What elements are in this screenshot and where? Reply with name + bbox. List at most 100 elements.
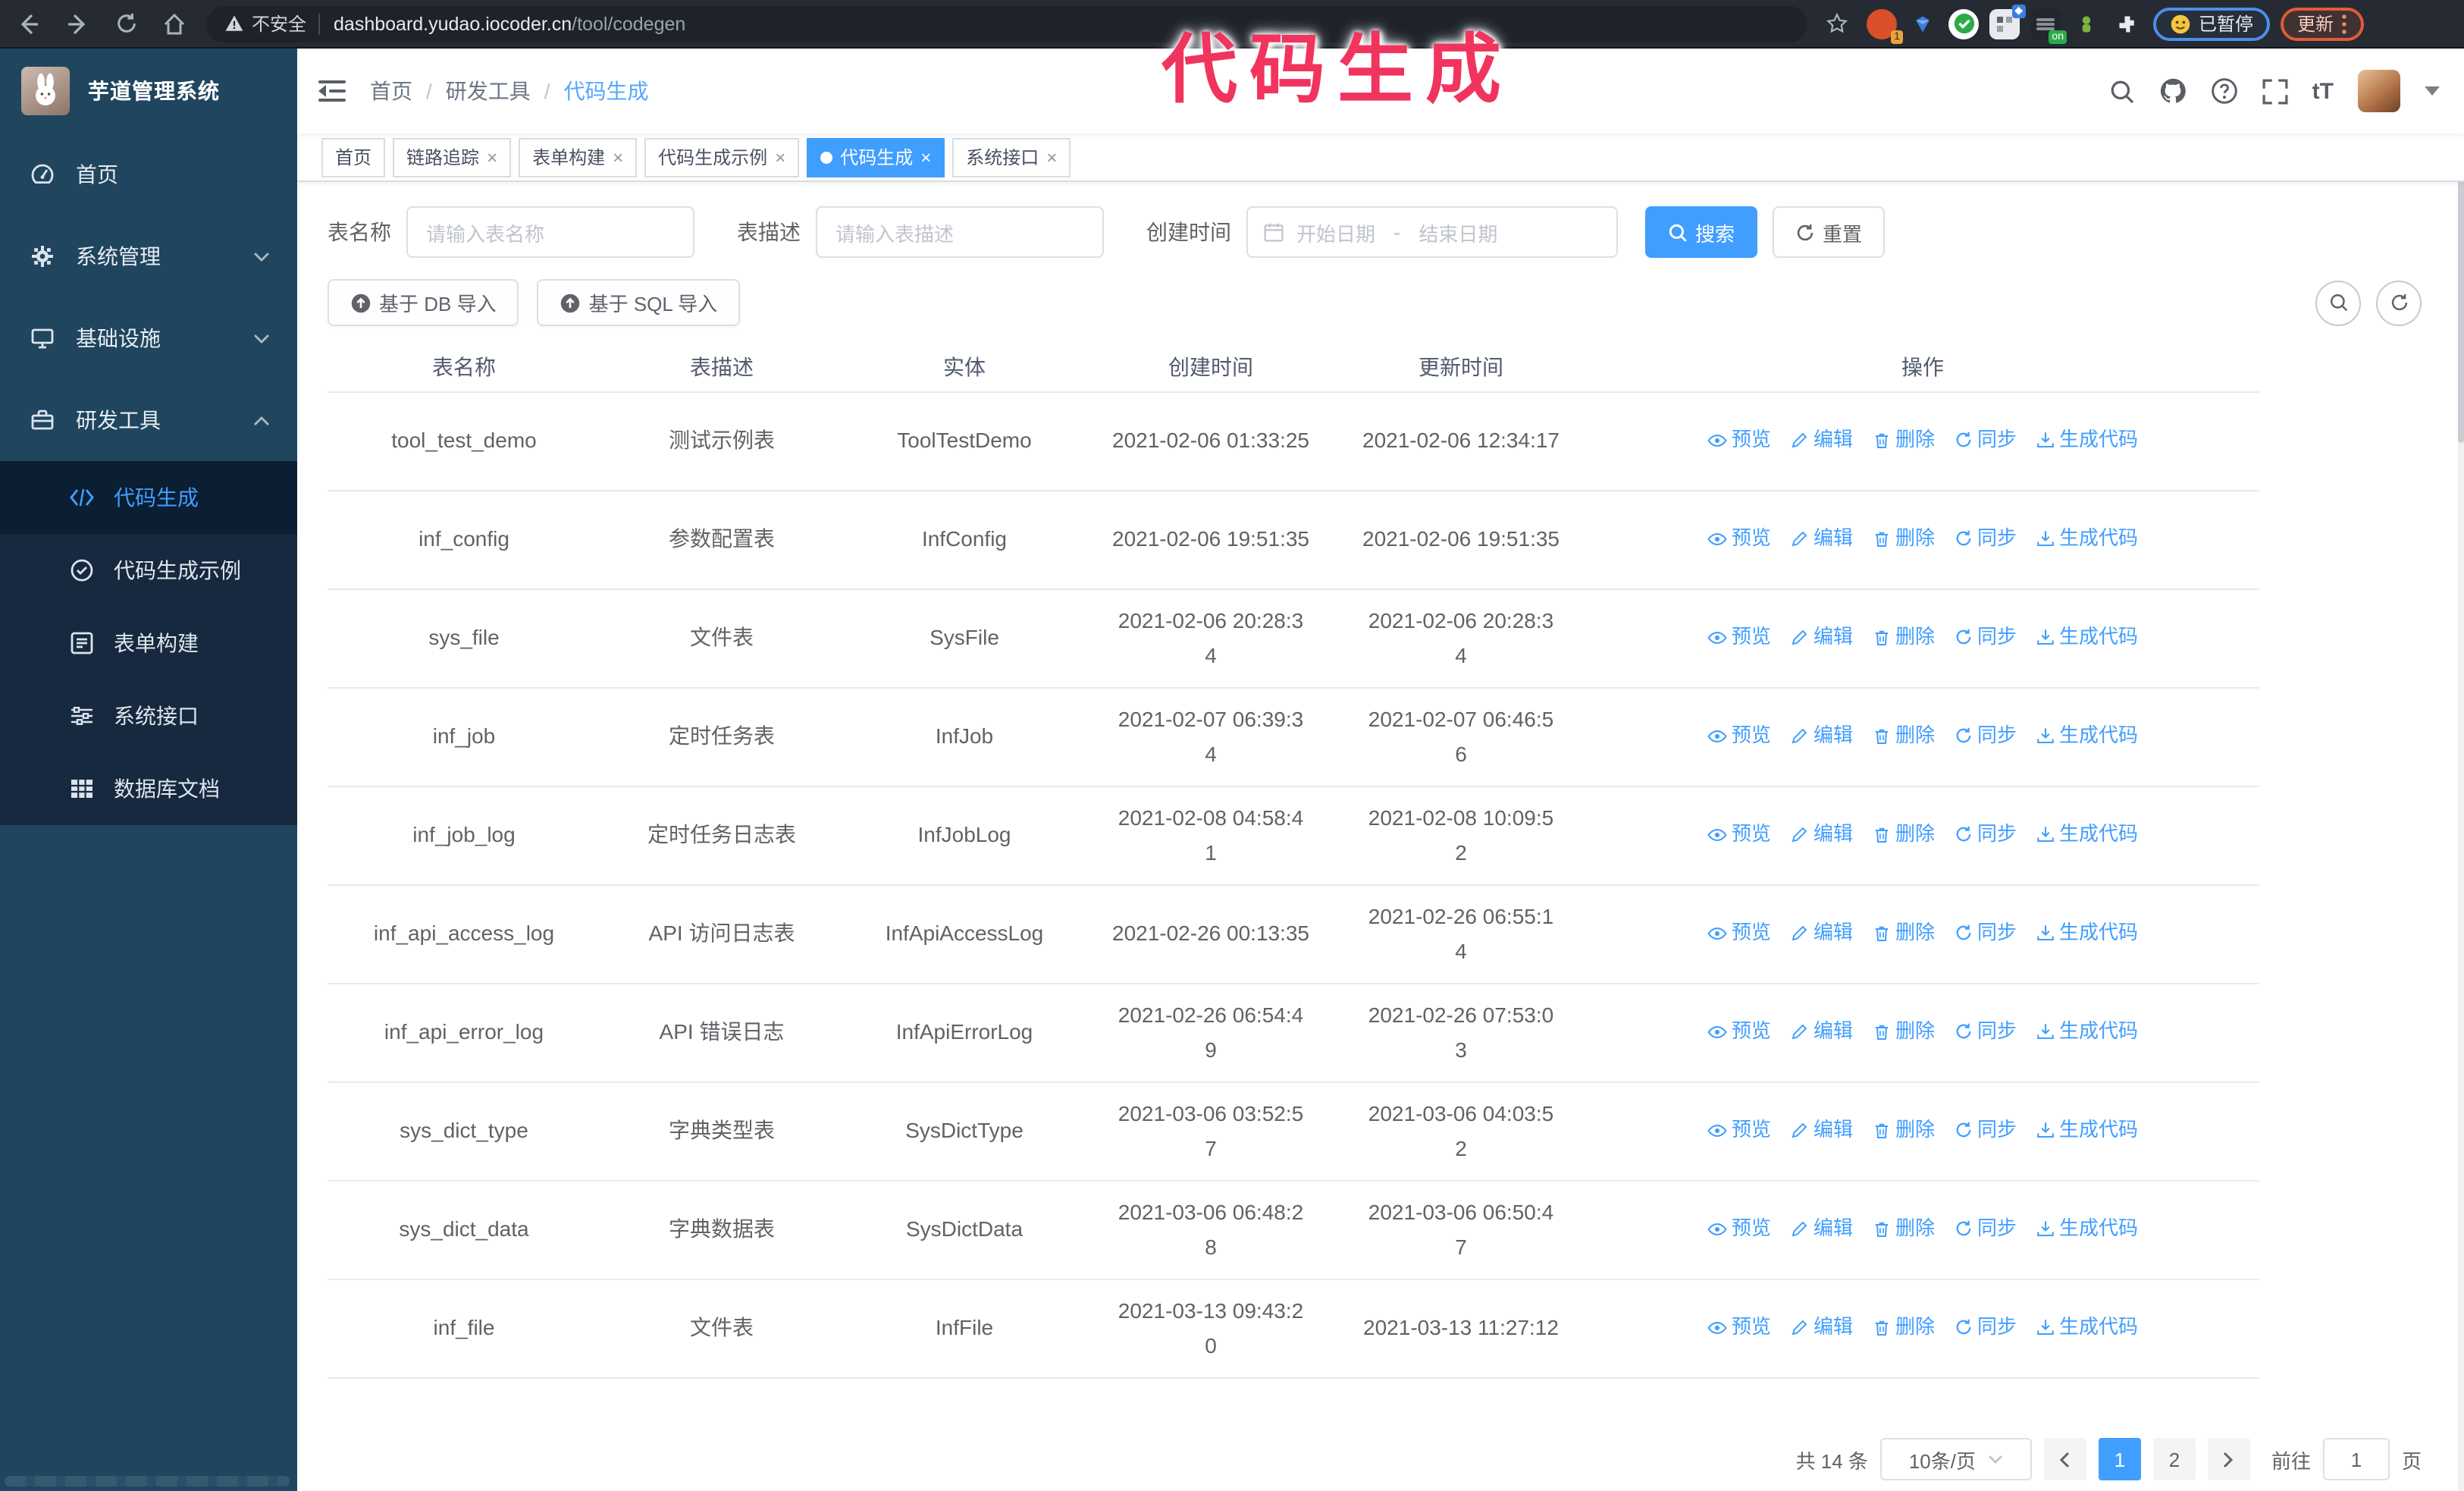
preview-action[interactable]: 预览	[1707, 918, 1771, 950]
reset-button[interactable]: 重置	[1773, 206, 1886, 258]
extensions-puzzle-icon[interactable]	[2112, 8, 2143, 39]
edit-action[interactable]: 编辑	[1791, 918, 1853, 950]
sync-action[interactable]: 同步	[1955, 523, 2017, 555]
tab-代码生成示例[interactable]: 代码生成示例 ×	[644, 137, 800, 177]
preview-action[interactable]: 预览	[1707, 622, 1771, 654]
help-icon[interactable]	[2211, 77, 2238, 105]
close-tab-icon[interactable]: ×	[775, 148, 785, 166]
date-range-picker[interactable]: 开始日期 - 结束日期	[1246, 206, 1618, 258]
delete-action[interactable]: 删除	[1873, 1213, 1935, 1245]
preview-action[interactable]: 预览	[1707, 1115, 1771, 1147]
close-tab-icon[interactable]: ×	[920, 148, 931, 166]
sidebar-toggle-icon[interactable]	[318, 79, 346, 103]
extension-icon[interactable]: on	[2030, 8, 2067, 43]
sidebar-item-devtools[interactable]: 研发工具	[0, 379, 297, 461]
tab-表单构建[interactable]: 表单构建 ×	[519, 137, 638, 177]
generate-code-action[interactable]: 生成代码	[2036, 1213, 2138, 1245]
edit-action[interactable]: 编辑	[1791, 720, 1853, 752]
preview-action[interactable]: 预览	[1707, 523, 1771, 555]
prev-page-button[interactable]	[2043, 1438, 2086, 1480]
edit-action[interactable]: 编辑	[1791, 819, 1853, 851]
preview-action[interactable]: 预览	[1707, 720, 1771, 752]
sidebar-item-codegen[interactable]: 代码生成	[0, 461, 297, 534]
sync-action[interactable]: 同步	[1955, 1115, 2017, 1147]
tab-首页[interactable]: 首页	[321, 137, 386, 177]
generate-code-action[interactable]: 生成代码	[2036, 720, 2138, 752]
delete-action[interactable]: 删除	[1873, 720, 1935, 752]
sidebar-item-system-api[interactable]: 系统接口	[0, 680, 297, 752]
close-tab-icon[interactable]: ×	[487, 148, 497, 166]
extension-icon[interactable]: 1	[1867, 8, 1903, 43]
reload-icon[interactable]	[106, 4, 146, 43]
security-label[interactable]: 不安全	[252, 11, 306, 36]
edit-action[interactable]: 编辑	[1791, 523, 1853, 555]
page-scrollbar[interactable]	[2458, 49, 2464, 1491]
extension-icon[interactable]	[1908, 8, 1938, 39]
bookmark-star-icon[interactable]	[1817, 4, 1856, 43]
preview-action[interactable]: 预览	[1707, 1312, 1771, 1344]
delete-action[interactable]: 删除	[1873, 918, 1935, 950]
refresh-table-button[interactable]	[2376, 280, 2422, 325]
breadcrumb-home[interactable]: 首页	[370, 76, 412, 106]
fullscreen-icon[interactable]	[2262, 78, 2288, 104]
home-icon[interactable]	[155, 4, 194, 43]
toggle-search-button[interactable]	[2315, 280, 2361, 325]
sync-action[interactable]: 同步	[1955, 1312, 2017, 1344]
goto-page-input[interactable]: 1	[2322, 1438, 2390, 1480]
sync-action[interactable]: 同步	[1955, 819, 2017, 851]
sidebar-item-form-builder[interactable]: 表单构建	[0, 607, 297, 680]
header-search-icon[interactable]	[2109, 78, 2135, 104]
delete-action[interactable]: 删除	[1873, 523, 1935, 555]
generate-code-action[interactable]: 生成代码	[2036, 819, 2138, 851]
preview-action[interactable]: 预览	[1707, 425, 1771, 457]
sync-action[interactable]: 同步	[1955, 720, 2017, 752]
edit-action[interactable]: 编辑	[1791, 1312, 1853, 1344]
forward-icon[interactable]	[58, 4, 97, 43]
generate-code-action[interactable]: 生成代码	[2036, 523, 2138, 555]
breadcrumb-devtools[interactable]: 研发工具	[446, 76, 531, 106]
sidebar-item-system[interactable]: 系统管理	[0, 215, 297, 297]
generate-code-action[interactable]: 生成代码	[2036, 1115, 2138, 1147]
extension-icon[interactable]	[2071, 8, 2102, 39]
table-desc-input[interactable]: 请输入表描述	[816, 206, 1104, 258]
delete-action[interactable]: 删除	[1873, 622, 1935, 654]
sidebar-item-codegen-example[interactable]: 代码生成示例	[0, 534, 297, 607]
sidebar-item-infrastructure[interactable]: 基础设施	[0, 297, 297, 379]
delete-action[interactable]: 删除	[1873, 819, 1935, 851]
sync-action[interactable]: 同步	[1955, 918, 2017, 950]
github-icon[interactable]	[2159, 77, 2187, 105]
sync-action[interactable]: 同步	[1955, 622, 2017, 654]
next-page-button[interactable]	[2207, 1438, 2250, 1480]
generate-code-action[interactable]: 生成代码	[2036, 622, 2138, 654]
search-button[interactable]: 搜索	[1645, 206, 1758, 258]
table-name-input[interactable]: 请输入表名称	[406, 206, 694, 258]
tab-代码生成[interactable]: 代码生成 ×	[807, 137, 945, 177]
generate-code-action[interactable]: 生成代码	[2036, 1016, 2138, 1048]
import-sql-button[interactable]: 基于 SQL 导入	[537, 279, 741, 326]
delete-action[interactable]: 删除	[1873, 1312, 1935, 1344]
sidebar-horizontal-scrollbar[interactable]	[5, 1476, 290, 1486]
preview-action[interactable]: 预览	[1707, 819, 1771, 851]
extension-icon[interactable]: ◆	[1989, 4, 2026, 39]
user-avatar[interactable]	[2358, 70, 2400, 112]
sidebar-item-home[interactable]: 首页	[0, 133, 297, 215]
page-size-select[interactable]: 10条/页	[1879, 1438, 2032, 1480]
app-logo-area[interactable]: 芋道管理系统	[0, 49, 297, 133]
preview-action[interactable]: 预览	[1707, 1213, 1771, 1245]
edit-action[interactable]: 编辑	[1791, 1016, 1853, 1048]
browser-update-button[interactable]: 更新	[2281, 7, 2365, 40]
page-button-2[interactable]: 2	[2152, 1438, 2196, 1480]
delete-action[interactable]: 删除	[1873, 1115, 1935, 1147]
tab-系统接口[interactable]: 系统接口 ×	[952, 137, 1071, 177]
back-icon[interactable]	[9, 4, 49, 43]
user-menu-caret-icon[interactable]	[2425, 86, 2440, 96]
extension-icon[interactable]	[1948, 8, 1979, 39]
sync-action[interactable]: 同步	[1955, 425, 2017, 457]
sync-action[interactable]: 同步	[1955, 1016, 2017, 1048]
sidebar-item-db-doc[interactable]: 数据库文档	[0, 752, 297, 825]
paused-extension-pill[interactable]: 已暂停	[2153, 7, 2271, 40]
close-tab-icon[interactable]: ×	[613, 148, 623, 166]
preview-action[interactable]: 预览	[1707, 1016, 1771, 1048]
edit-action[interactable]: 编辑	[1791, 622, 1853, 654]
tab-链路追踪[interactable]: 链路追踪 ×	[393, 137, 512, 177]
